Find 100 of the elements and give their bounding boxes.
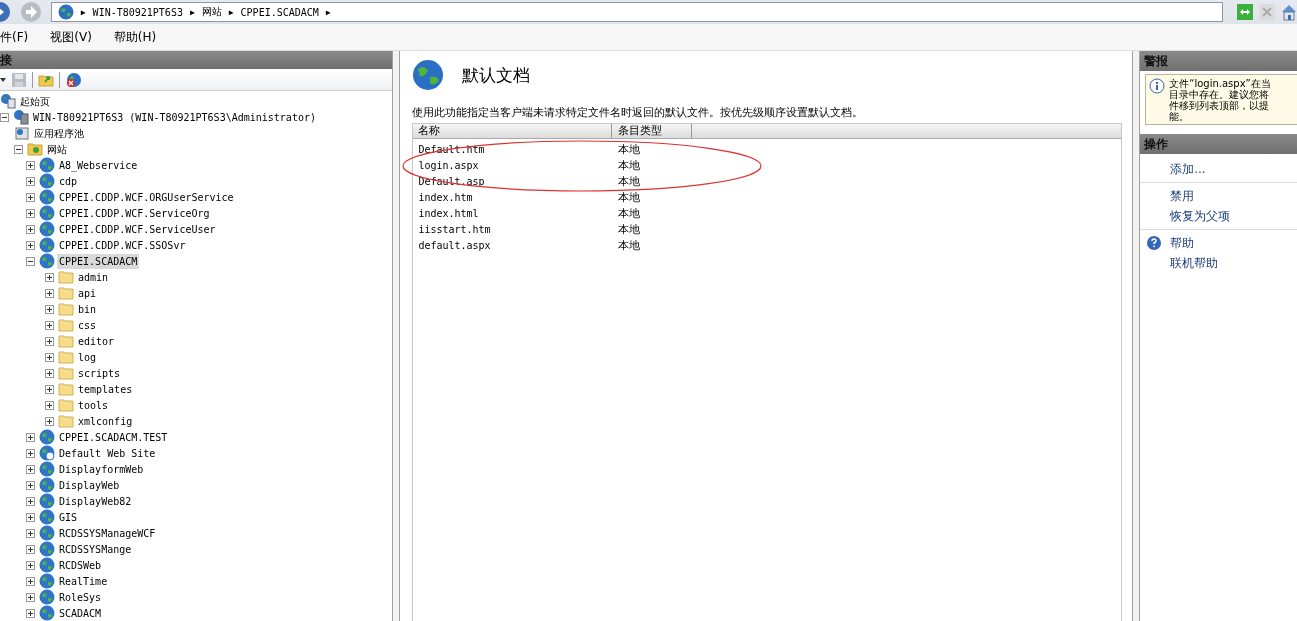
- refresh-icon[interactable]: [1237, 4, 1253, 20]
- expand-toggle[interactable]: [26, 224, 35, 234]
- tree-item[interactable]: css: [76, 317, 99, 333]
- tree-item[interactable]: DisplayWeb82: [57, 493, 134, 509]
- tree-item[interactable]: DisplayformWeb: [57, 461, 146, 477]
- tree-item[interactable]: DisplayWeb: [57, 477, 122, 493]
- tree-item[interactable]: RCDSSYSMange: [57, 541, 134, 557]
- tree-item[interactable]: templates: [76, 381, 135, 397]
- tree-item[interactable]: GIS: [57, 509, 80, 525]
- expand-toggle[interactable]: [26, 176, 35, 186]
- action-link[interactable]: 帮助: [1170, 234, 1195, 252]
- column-header[interactable]: 条目类型: [612, 124, 693, 138]
- collapse-toggle[interactable]: [14, 144, 23, 154]
- tree-item[interactable]: xmlconfig: [76, 413, 135, 429]
- globe-icon: [39, 525, 55, 541]
- expand-toggle[interactable]: [45, 400, 54, 410]
- column-header[interactable]: 名称: [413, 124, 613, 138]
- tree-item[interactable]: bin: [76, 301, 99, 317]
- tree-item[interactable]: editor: [76, 333, 117, 349]
- breadcrumb-separator[interactable]: ▶: [325, 7, 331, 17]
- breadcrumb-item[interactable]: WIN-T80921PT6S3: [92, 6, 183, 18]
- tree-item[interactable]: CPPEI.CDDP.WCF.ServiceUser: [57, 221, 218, 237]
- address-bar[interactable]: ▶ WIN-T80921PT6S3 ▶ 网站 ▶ CPPEI.SCADACM ▶: [50, 2, 1223, 22]
- expand-toggle[interactable]: [26, 496, 35, 506]
- tree-item[interactable]: RCDSWeb: [57, 557, 104, 573]
- tree-item[interactable]: CPPEI.CDDP.WCF.ServiceOrg: [57, 205, 212, 221]
- breadcrumb-item[interactable]: CPPEI.SCADACM: [240, 6, 319, 18]
- expand-toggle[interactable]: [26, 432, 35, 442]
- collapse-toggle[interactable]: [26, 256, 35, 266]
- home-icon[interactable]: [1281, 3, 1297, 21]
- breadcrumb-separator[interactable]: ▶: [189, 7, 195, 17]
- tree-item[interactable]: api: [76, 285, 99, 301]
- start-page-icon: [0, 93, 16, 109]
- expand-toggle[interactable]: [26, 592, 35, 602]
- expand-toggle[interactable]: [26, 160, 35, 170]
- breadcrumb-separator[interactable]: ▶: [80, 7, 86, 17]
- expand-toggle[interactable]: [26, 464, 35, 474]
- expand-toggle[interactable]: [26, 448, 35, 458]
- tree-item[interactable]: RCDSSYSManageWCF: [57, 525, 158, 541]
- expand-toggle[interactable]: [26, 576, 35, 586]
- tree-item[interactable]: RealTime: [57, 573, 110, 589]
- tree-item[interactable]: WIN-T80921PT6S3 (WIN-T80921PT6S3\Administrator): [31, 109, 318, 125]
- menu-item[interactable]: 件(F): [0, 28, 29, 46]
- info-icon: [1149, 78, 1166, 94]
- tree-item[interactable]: tools: [76, 397, 111, 413]
- table-cell-text: 本地: [617, 141, 642, 157]
- tree-item[interactable]: CPPEI.CDDP.WCF.SSOSvr: [57, 237, 188, 253]
- dropdown-arrow-icon[interactable]: [0, 76, 6, 83]
- menu-item[interactable]: 帮助(H): [113, 28, 157, 46]
- panel-title: 接: [0, 51, 12, 69]
- globe-icon: [57, 4, 74, 20]
- expand-toggle[interactable]: [45, 288, 54, 298]
- folder-icon: [58, 302, 74, 316]
- expand-toggle[interactable]: [26, 560, 35, 570]
- folder-icon: [27, 142, 43, 156]
- action-link[interactable]: 禁用: [1170, 187, 1195, 205]
- tree-item[interactable]: CPPEI.SCADACM: [57, 253, 140, 269]
- action-link[interactable]: 联机帮助: [1170, 254, 1219, 272]
- expand-toggle[interactable]: [26, 480, 35, 490]
- folder-icon: [58, 366, 74, 380]
- tree-item[interactable]: log: [76, 349, 99, 365]
- folder-icon: [58, 286, 74, 300]
- expand-toggle[interactable]: [45, 352, 54, 362]
- disconnect-icon[interactable]: [65, 71, 83, 88]
- expand-toggle[interactable]: [45, 336, 54, 346]
- expand-toggle[interactable]: [45, 368, 54, 378]
- tree-item[interactable]: Default Web Site: [57, 445, 158, 461]
- expand-toggle[interactable]: [26, 192, 35, 202]
- collapse-toggle[interactable]: [0, 112, 9, 122]
- action-link[interactable]: 添加...: [1170, 160, 1206, 178]
- alert-text: 件移到列表顶部，以提: [1169, 100, 1271, 111]
- menu-item[interactable]: 视图(V): [50, 28, 92, 46]
- tree-item[interactable]: A8_Webservice: [57, 157, 140, 173]
- tree-item[interactable]: scripts: [76, 365, 123, 381]
- tree-item[interactable]: cdp: [57, 173, 80, 189]
- tree-item[interactable]: admin: [76, 269, 111, 285]
- expand-toggle[interactable]: [26, 512, 35, 522]
- expand-toggle[interactable]: [26, 544, 35, 554]
- expand-toggle[interactable]: [45, 304, 54, 314]
- expand-toggle[interactable]: [26, 608, 35, 618]
- action-link[interactable]: 恢复为父项: [1170, 207, 1231, 225]
- tree-item[interactable]: CPPEI.SCADACM.TEST: [57, 429, 170, 445]
- expand-toggle[interactable]: [26, 240, 35, 250]
- tree-item[interactable]: 起始页: [18, 93, 52, 109]
- tree-item[interactable]: SCADACM: [57, 605, 104, 621]
- globe-icon: [39, 189, 55, 205]
- description-text: 使用此功能指定当客户端未请求特定文件名时返回的默认文件。按优先级顺序设置默认文档。: [412, 105, 865, 120]
- tree-item[interactable]: 网站: [45, 141, 69, 157]
- expand-toggle[interactable]: [45, 416, 54, 426]
- expand-toggle[interactable]: [26, 528, 35, 538]
- tree-item[interactable]: 应用程序池: [32, 125, 86, 141]
- table-cell-text: 本地: [617, 221, 642, 237]
- tree-item[interactable]: CPPEI.CDDP.WCF.ORGUserService: [57, 189, 236, 205]
- expand-toggle[interactable]: [45, 272, 54, 282]
- expand-toggle[interactable]: [45, 384, 54, 394]
- expand-toggle[interactable]: [26, 208, 35, 218]
- expand-toggle[interactable]: [45, 320, 54, 330]
- breadcrumb-separator[interactable]: ▶: [228, 7, 234, 17]
- tree-item[interactable]: RoleSys: [57, 589, 104, 605]
- breadcrumb-item[interactable]: 网站: [201, 5, 222, 19]
